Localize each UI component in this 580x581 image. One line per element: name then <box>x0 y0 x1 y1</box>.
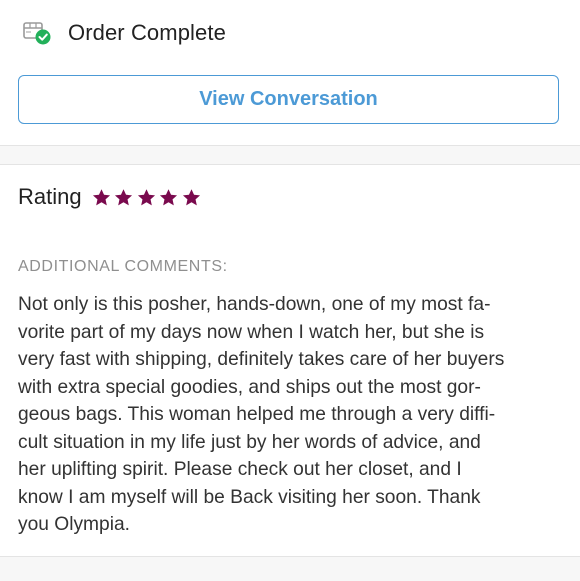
comment-line: geous bags. This woman helped me through… <box>18 404 496 425</box>
section-divider <box>0 145 580 165</box>
comments-text: Not only is this posher, hands-down, one… <box>18 291 566 539</box>
rating-row: Rating <box>18 182 204 212</box>
rating-label: Rating <box>18 184 82 209</box>
order-status: Order Complete <box>22 18 226 48</box>
view-conversation-button-label: View Conversation <box>199 88 378 110</box>
comments-heading: ADDITIONAL COMMENTS: <box>18 258 228 275</box>
comment-line: you Olympia. <box>18 514 130 535</box>
comment-line: vorite part of my days now when I watch … <box>18 321 485 343</box>
star-icon <box>137 188 155 205</box>
comment-line: Not only is this posher, hands-down, one… <box>18 294 491 315</box>
star-rating <box>92 188 205 207</box>
star-icon <box>182 188 200 205</box>
comment-line: know I am myself will be Back visiting h… <box>18 486 481 508</box>
comment-line: her uplifting spirit. Please check out h… <box>18 459 462 480</box>
comment-line: cult situation in my life just by her wo… <box>18 431 481 453</box>
order-status-label: Order Complete <box>68 20 226 45</box>
comment-line: very fast with shipping, definitely take… <box>18 349 505 370</box>
package-check-icon <box>22 20 52 46</box>
star-icon <box>160 188 178 205</box>
view-conversation-button[interactable]: View Conversation <box>18 75 559 124</box>
section-divider-bottom <box>0 556 580 581</box>
star-icon <box>92 188 110 205</box>
star-icon <box>115 188 133 205</box>
comment-line: with extra special goodies, and ships ou… <box>18 376 481 398</box>
